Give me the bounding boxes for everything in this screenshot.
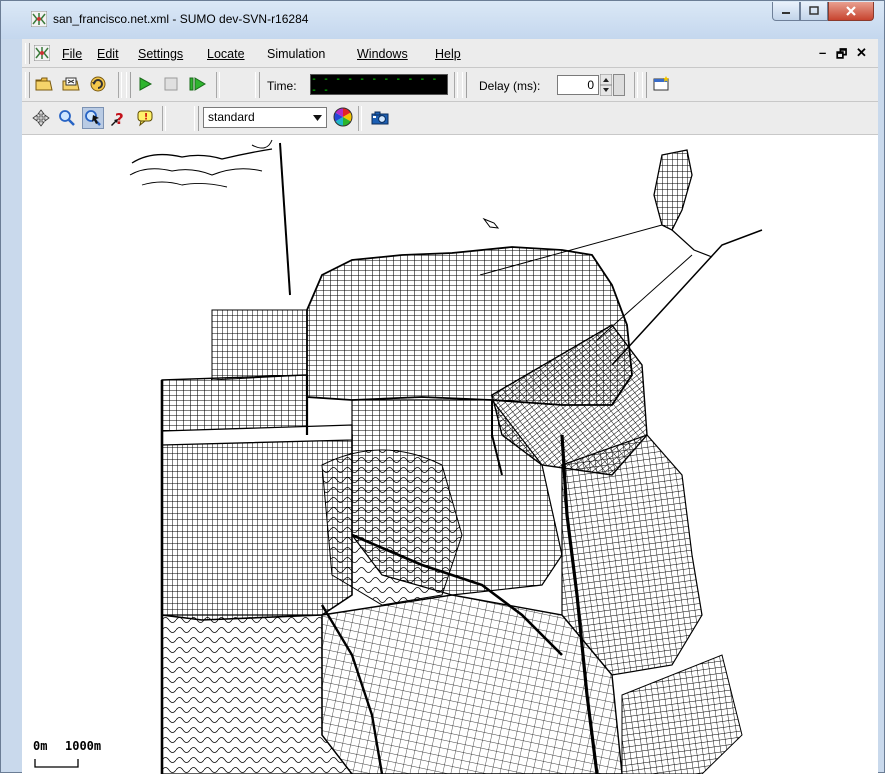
screenshot-button[interactable] <box>369 107 391 129</box>
recenter-icon <box>32 109 50 127</box>
maximize-button[interactable] <box>800 2 828 21</box>
road-network-map[interactable] <box>22 135 878 774</box>
locate-edge-button[interactable]: ? <box>108 107 130 129</box>
toolbar-separator <box>162 106 166 131</box>
golden-gate-bridge <box>279 142 291 296</box>
open-network-button[interactable] <box>60 73 82 95</box>
svg-text:?: ? <box>115 110 124 127</box>
new-view-button[interactable] <box>651 73 673 95</box>
alcatraz-island <box>482 217 500 229</box>
zoom-button[interactable] <box>56 107 78 129</box>
menu-edit[interactable]: Edit <box>97 47 119 61</box>
toolbar-grip[interactable] <box>642 72 647 98</box>
color-scheme-value: standard <box>208 110 255 124</box>
scale-end-label: 1000m <box>65 739 102 753</box>
svg-text:!: ! <box>144 113 148 123</box>
client-area: File Edit Settings Locate Simulation Win… <box>22 39 878 774</box>
menu-settings[interactable]: Settings <box>138 47 183 61</box>
speech-bubble-icon: ! <box>137 110 153 127</box>
simulation-toolbar: Time: - - - - - - - - - - - - - Delay (m… <box>22 68 878 102</box>
stop-icon <box>164 77 178 91</box>
camera-icon <box>371 111 389 125</box>
reload-button[interactable] <box>87 73 109 95</box>
stop-button[interactable] <box>160 73 182 95</box>
sumo-app-icon <box>31 11 47 27</box>
window-title: san_francisco.net.xml - SUMO dev-SVN-r16… <box>53 12 309 26</box>
toolbar-grip[interactable] <box>255 72 260 98</box>
step-button[interactable] <box>186 73 208 95</box>
magnifier-icon <box>59 110 75 126</box>
new-window-icon <box>653 76 669 91</box>
chevron-down-icon[interactable] <box>309 109 325 126</box>
menu-simulation[interactable]: Simulation <box>267 47 325 61</box>
toolbar-grip[interactable] <box>194 106 199 131</box>
mdi-minimize-button[interactable]: – <box>819 45 826 60</box>
window-controls <box>772 2 874 21</box>
menu-help[interactable]: Help <box>435 47 461 61</box>
city-street-grid <box>161 246 743 774</box>
toolbar-separator <box>454 72 458 98</box>
toolbar-grip[interactable] <box>462 72 467 98</box>
delay-label: Delay (ms): <box>479 79 541 93</box>
menu-locate[interactable]: Locate <box>207 47 245 61</box>
toolbar-separator <box>118 72 122 98</box>
delay-input[interactable]: 0 <box>557 75 599 95</box>
toolbar-grip[interactable] <box>126 72 131 98</box>
view-toolbar: ? ! standard <box>22 102 878 135</box>
presidio-roads <box>129 139 273 188</box>
recenter-view-button[interactable] <box>30 107 52 129</box>
maximize-icon <box>809 6 819 15</box>
network-view-canvas[interactable]: 0m 1000m <box>22 135 878 774</box>
step-icon <box>189 77 206 91</box>
question-arrow-icon: ? <box>111 110 124 127</box>
close-button[interactable] <box>828 2 874 21</box>
delay-spinner[interactable] <box>600 74 612 96</box>
color-wheel-icon <box>333 107 353 127</box>
scale-bar <box>34 759 79 768</box>
run-button[interactable] <box>134 73 156 95</box>
play-icon <box>139 77 153 91</box>
scale-start-label: 0m <box>33 739 48 753</box>
toolbar-grip[interactable] <box>25 72 30 98</box>
mdi-window-icon[interactable] <box>34 45 50 61</box>
mdi-close-button[interactable]: ✕ <box>856 45 867 61</box>
time-label: Time: <box>267 79 297 93</box>
time-display: - - - - - - - - - - - - - <box>310 74 448 95</box>
toolbar-separator <box>358 106 362 131</box>
treasure-island <box>653 149 713 258</box>
menu-file[interactable]: File <box>62 47 82 61</box>
menu-bar: File Edit Settings Locate Simulation Win… <box>22 39 878 68</box>
minimize-icon <box>782 12 790 14</box>
title-bar[interactable]: san_francisco.net.xml - SUMO dev-SVN-r16… <box>1 1 884 39</box>
open-network-icon <box>62 77 80 91</box>
toolbar-separator <box>634 72 638 98</box>
minimize-button[interactable] <box>772 2 800 21</box>
toolbar-separator <box>216 72 220 98</box>
menubar-grip[interactable] <box>25 43 30 64</box>
tooltip-toggle-button[interactable]: ! <box>134 107 156 129</box>
delay-slider[interactable] <box>613 74 625 96</box>
sumo-window: san_francisco.net.xml - SUMO dev-SVN-r16… <box>0 0 885 774</box>
open-folder-icon <box>35 77 53 91</box>
locate-junction-icon <box>85 110 101 126</box>
open-button[interactable] <box>33 73 55 95</box>
reload-icon <box>90 76 106 92</box>
menu-windows[interactable]: Windows <box>357 47 408 61</box>
edit-visualization-button[interactable] <box>332 106 354 128</box>
color-scheme-select[interactable]: standard <box>203 107 327 128</box>
mdi-restore-button[interactable]: 🗗 <box>836 45 847 66</box>
close-icon <box>846 6 856 16</box>
locate-junction-button[interactable] <box>82 107 104 129</box>
